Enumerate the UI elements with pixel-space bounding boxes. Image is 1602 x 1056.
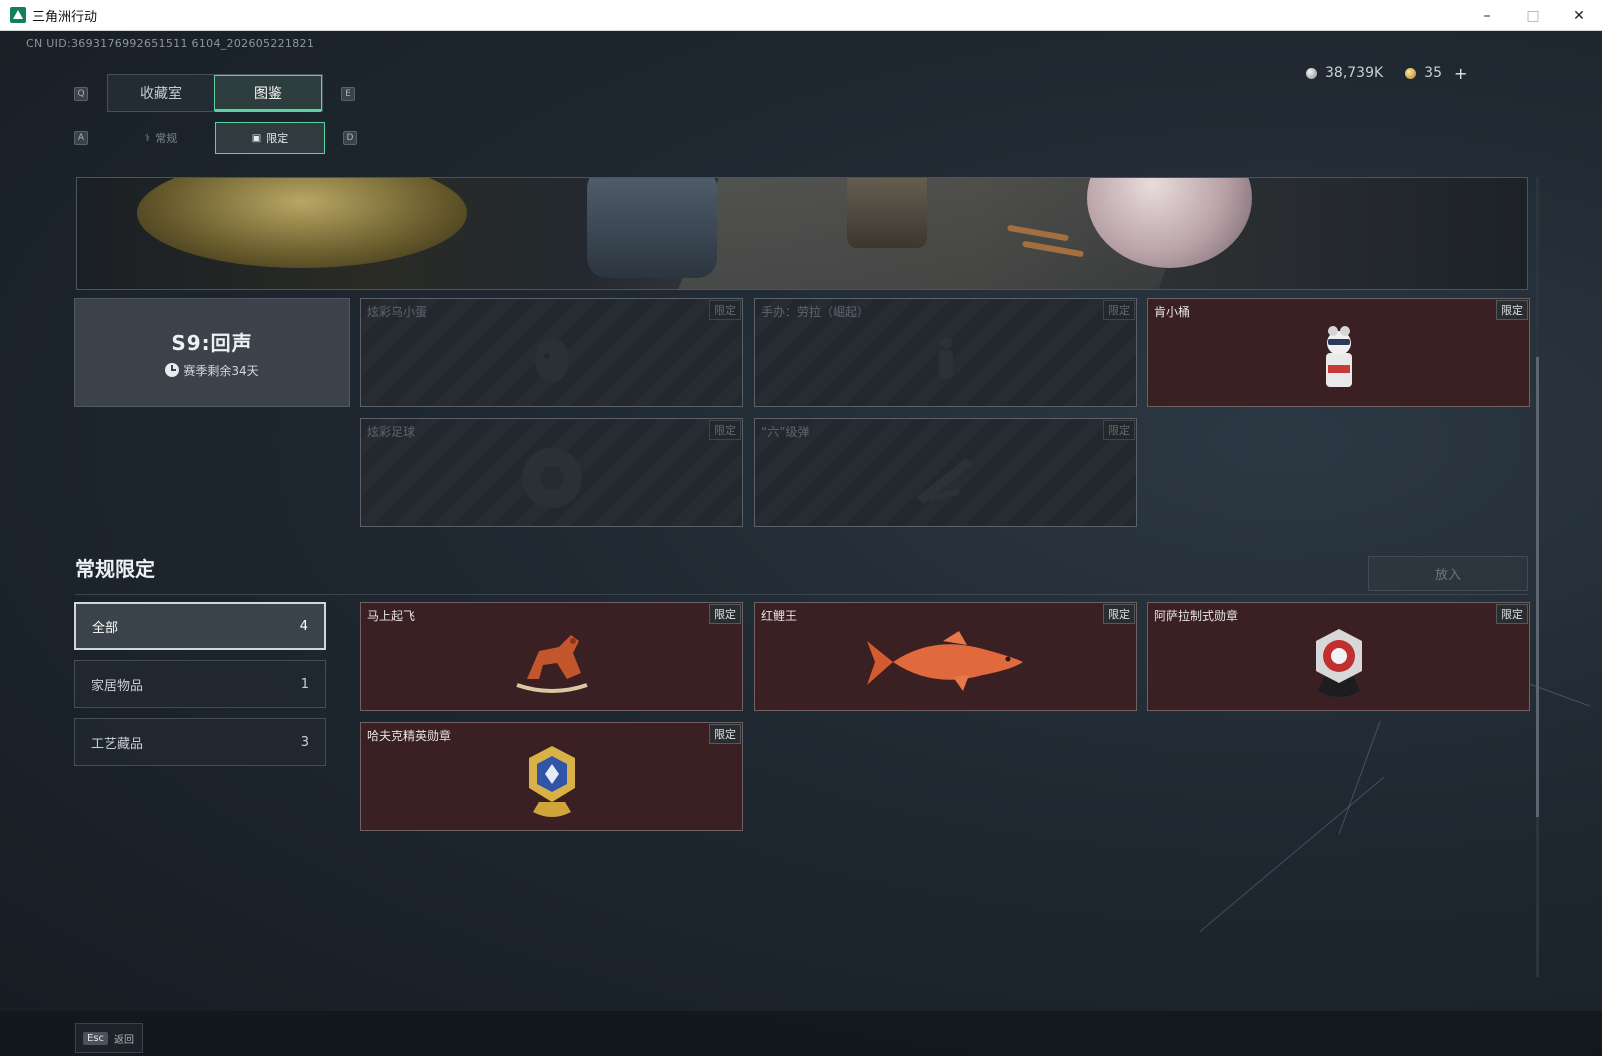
bottom-bar	[0, 1011, 1602, 1056]
bucket-figure-icon	[1325, 325, 1352, 387]
egg-character-silhouette-icon	[534, 337, 569, 382]
asara-medal-icon	[1315, 628, 1362, 697]
silver-amount: 38,739K	[1325, 65, 1384, 81]
collection-card-locked[interactable]: 炫彩乌小蛋 限定	[360, 298, 743, 407]
limited-tag: 限定	[709, 420, 741, 440]
card-name: “六”级弹	[761, 425, 810, 439]
robot-figure-image	[587, 178, 717, 278]
filter-label: 工艺藏品	[91, 736, 144, 752]
thermometer-icon: ⚕	[144, 132, 151, 144]
close-icon[interactable]: ✕	[1556, 0, 1602, 31]
filter-all[interactable]: 全部 4	[74, 602, 326, 650]
tab-limited-label: 限定	[266, 132, 289, 145]
back-label: 返回	[114, 1034, 135, 1046]
minimize-icon[interactable]: –	[1464, 0, 1510, 31]
card-name: 肯小桶	[1154, 305, 1191, 319]
clock-icon	[165, 363, 180, 377]
background-crack	[1338, 721, 1381, 835]
red-carp-icon	[866, 630, 1023, 691]
tab-regular[interactable]: ⚕ 常规	[107, 122, 215, 154]
limited-tag: 限定	[709, 724, 741, 744]
window-titlebar: 三角洲行动 – □ ✕	[0, 0, 1602, 31]
gold-coin-icon	[1405, 67, 1417, 79]
haavk-elite-medal-icon	[528, 745, 575, 817]
filter-label: 全部	[92, 620, 119, 636]
collection-card[interactable]: 马上起飞 限定	[360, 602, 743, 711]
season-title: S9:回声	[171, 330, 253, 355]
filter-home-items[interactable]: 家居物品 1	[74, 660, 326, 708]
figure-image	[847, 178, 927, 248]
sub-tabbar: ⚕ 常规 ▣ 限定	[107, 122, 325, 154]
collection-card[interactable]: 阿萨拉制式勋章 限定	[1147, 602, 1530, 711]
key-hint-d: D	[343, 131, 357, 145]
collection-card-locked[interactable]: “六”级弹 限定	[754, 418, 1137, 527]
window-title: 三角洲行动	[32, 9, 98, 25]
limited-tag: 限定	[709, 300, 741, 320]
back-button[interactable]: Esc 返回	[75, 1023, 143, 1053]
key-hint-e: E	[341, 87, 355, 101]
card-name: 阿萨拉制式勋章	[1154, 609, 1239, 623]
tab-catalog[interactable]: 图鉴	[214, 75, 322, 112]
add-currency-button[interactable]: +	[1454, 64, 1467, 83]
card-name: 炫彩足球	[367, 425, 416, 439]
filter-craft-items[interactable]: 工艺藏品 3	[74, 718, 326, 766]
limited-tag: 限定	[709, 604, 741, 624]
scrollbar-track[interactable]	[1536, 177, 1539, 977]
limited-tag: 限定	[1103, 604, 1135, 624]
put-in-button[interactable]: 放入	[1368, 556, 1528, 591]
app-icon	[10, 7, 26, 23]
esc-key-hint: Esc	[83, 1031, 109, 1045]
figure-silhouette-icon	[938, 336, 953, 378]
filter-count: 1	[300, 676, 309, 692]
section-title: 常规限定	[75, 557, 155, 581]
season-remaining-text: 赛季剩余34天	[183, 363, 259, 378]
currency-bar: 38,739K 35 +	[1306, 63, 1536, 83]
limited-tag: 限定	[1496, 300, 1528, 320]
tab-limited[interactable]: ▣ 限定	[215, 122, 325, 154]
football-silhouette-icon	[521, 447, 582, 508]
season-banner-image	[76, 177, 1528, 290]
collection-card-locked[interactable]: 手办：劳拉（崛起） 限定	[754, 298, 1137, 407]
section-divider	[75, 594, 1529, 595]
background-crack	[1199, 776, 1385, 932]
card-name: 红鲤王	[761, 609, 798, 623]
image-icon: ▣	[251, 132, 262, 144]
silver-coin-icon	[1306, 67, 1317, 79]
window-controls: – □ ✕	[1464, 0, 1602, 31]
limited-tag: 限定	[1103, 300, 1135, 320]
collection-card[interactable]: 红鲤王 限定	[754, 602, 1137, 711]
collection-card-locked[interactable]: 炫彩足球 限定	[360, 418, 743, 527]
gold-amount: 35	[1424, 65, 1442, 81]
filter-count: 3	[300, 734, 309, 750]
user-uid: CN UID:3693176992651511 6104_20260522182…	[26, 37, 315, 50]
filter-label: 家居物品	[91, 678, 144, 694]
ammo-silhouette-icon	[915, 457, 974, 504]
tab-regular-label: 常规	[155, 132, 178, 145]
maximize-icon[interactable]: □	[1510, 0, 1556, 31]
key-hint-q: Q	[74, 87, 88, 101]
season-card: S9:回声 赛季剩余34天	[74, 298, 350, 407]
card-name: 炫彩乌小蛋	[367, 305, 428, 319]
card-name: 马上起飞	[367, 609, 416, 623]
card-name: 手办：劳拉（崛起）	[761, 305, 870, 319]
scrollbar-thumb[interactable]	[1536, 357, 1539, 817]
main-tabbar: 收藏室 图鉴	[107, 74, 323, 112]
card-name: 哈夫克精英勋章	[367, 729, 452, 743]
collection-card[interactable]: 肯小桶 限定	[1147, 298, 1530, 407]
limited-tag: 限定	[1103, 420, 1135, 440]
season-remaining: 赛季剩余34天	[165, 362, 259, 379]
filter-count: 4	[299, 618, 308, 634]
tab-collection-room[interactable]: 收藏室	[108, 75, 214, 111]
limited-tag: 限定	[1496, 604, 1528, 624]
key-hint-a: A	[74, 131, 88, 145]
rocking-horse-icon	[515, 634, 588, 693]
game-viewport: CN UID:3693176992651511 6104_20260522182…	[0, 31, 1602, 1056]
collection-card[interactable]: 哈夫克精英勋章 限定	[360, 722, 743, 831]
golden-turtle-image	[137, 178, 467, 268]
